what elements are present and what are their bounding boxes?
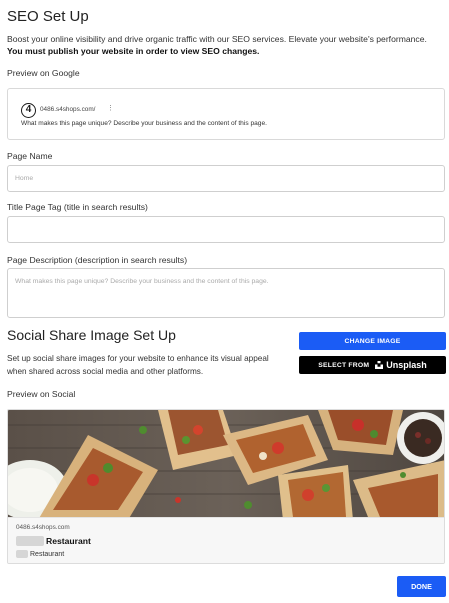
title-tag-field[interactable] [7,216,445,243]
social-card-url: 0486.s4shops.com [16,524,70,531]
site-favicon-icon: 4 [21,103,36,118]
seo-intro: Boost your online visibility and drive o… [7,34,427,44]
select-from-unsplash-button[interactable]: SELECT FROM Unsplash [299,356,446,374]
title-tag-input[interactable] [8,217,444,242]
unsplash-label: Unsplash [386,360,427,370]
seo-setup-title: SEO Set Up [7,8,89,25]
google-preview-description: What makes this page unique? Describe yo… [21,120,267,127]
google-preview-card: 4 0486.s4shops.com/ ⋮ What makes this pa… [7,88,445,140]
change-image-button[interactable]: CHANGE IMAGE [299,332,446,350]
done-button[interactable]: DONE [397,576,446,597]
seo-publish-notice: You must publish your website in order t… [7,46,260,56]
social-card-title: Restaurant [46,536,91,546]
social-card-subtitle: Restaurant [30,550,65,558]
redacted-text [16,550,28,558]
google-preview-url: 0486.s4shops.com/ [40,106,96,113]
social-card-subtitle-row: Restaurant [16,550,64,558]
page-description-input[interactable] [8,269,444,317]
social-setup-description: Set up social share images for your webs… [7,354,269,376]
google-preview-label: Preview on Google [7,68,80,78]
page-description-label: Page Description (description in search … [7,255,188,265]
select-from-label: SELECT FROM [318,361,370,369]
social-card-footer: 0486.s4shops.com Restaurant Restaurant [8,517,444,563]
unsplash-logo-icon [375,361,384,369]
title-tag-label: Title Page Tag (title in search results) [7,202,148,212]
page-description-field[interactable] [7,268,445,318]
more-vertical-icon: ⋮ [107,105,114,112]
social-preview-label: Preview on Social [7,389,76,399]
page-name-label: Page Name [7,151,53,161]
seo-intro-text: Boost your online visibility and drive o… [7,33,447,57]
social-share-image [8,410,444,517]
redacted-text [16,536,44,546]
social-setup-title: Social Share Image Set Up [7,327,176,343]
page-name-input[interactable] [8,166,444,191]
page-name-field[interactable] [7,165,445,192]
social-preview-card: 0486.s4shops.com Restaurant Restaurant [7,409,445,564]
social-card-title-row: Restaurant [16,536,91,546]
